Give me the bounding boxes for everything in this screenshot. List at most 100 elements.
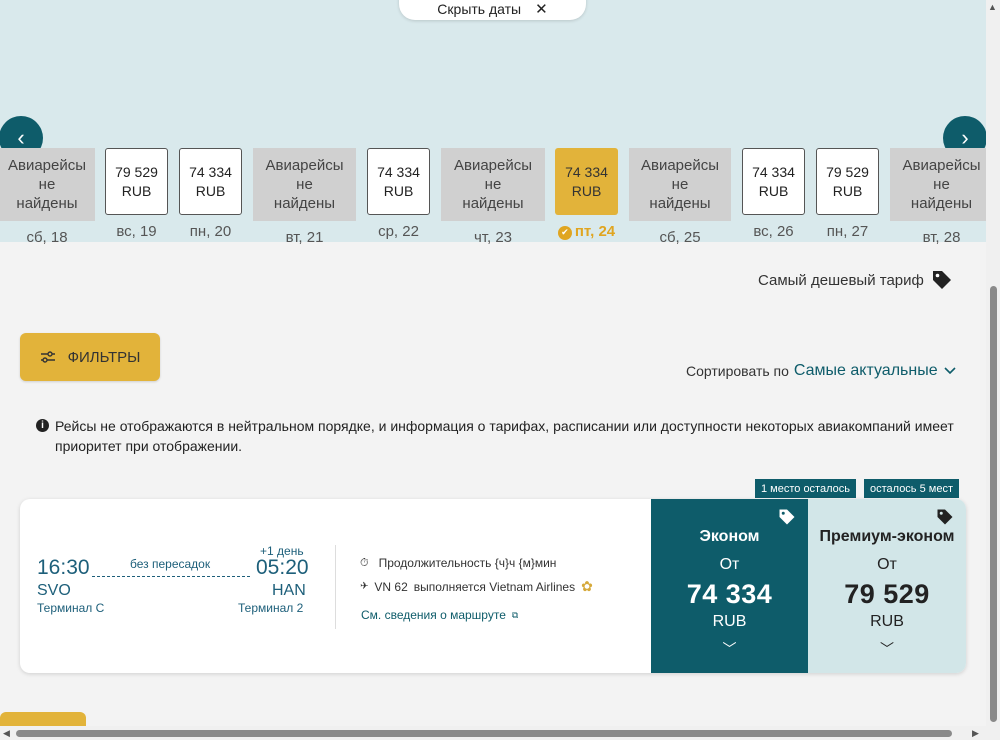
economy-from-label: От [719, 556, 740, 573]
date-price-currency: RUB [832, 182, 863, 199]
date-option[interactable]: 74 334 RUB ср, 22 [367, 142, 430, 240]
hide-dates-button[interactable]: Скрыть даты ✕ [399, 0, 586, 20]
no-flights-word: найдены [273, 195, 336, 212]
sliders-icon [40, 351, 55, 363]
date-label: сб, 25 [629, 229, 731, 246]
check-circle-icon: ✔ [557, 225, 572, 240]
premium-seats-badge: осталось 5 мест [864, 479, 959, 498]
date-label: вс, 26 [742, 223, 805, 240]
departure-terminal: Терминал C [37, 601, 105, 615]
route-details-link[interactable]: См. сведения о маршруте ⧉ [361, 608, 518, 622]
date-option[interactable]: Авиарейсы не найдены вт, 21 [253, 142, 356, 246]
date-label-text: сб, 25 [659, 229, 701, 246]
date-price-currency: RUB [195, 182, 226, 199]
route-details-label: См. сведения о маршруте [361, 608, 506, 622]
info-icon: i [36, 419, 49, 432]
filters-button[interactable]: ФИЛЬТРЫ [20, 333, 160, 381]
date-price: 79 529 RUB [816, 148, 879, 215]
no-flights-word: Авиарейсы [453, 157, 533, 174]
date-label-text: вт, 21 [285, 229, 324, 246]
date-label-text: ср, 22 [378, 223, 419, 240]
no-flights-word: не [38, 176, 56, 193]
date-price-currency: RUB [758, 182, 789, 199]
departure-airport: SVO [37, 582, 71, 599]
date-label-text: чт, 23 [473, 229, 513, 246]
date-option[interactable]: 74 334 RUB ✔ пт, 24 [555, 142, 618, 240]
price-tag-icon [932, 271, 951, 289]
no-flights-label: Авиарейсы не найдены [441, 148, 545, 221]
sort-label: Сортировать по [686, 363, 789, 379]
premium-fare-button[interactable]: Премиум-эконом От 79 529 RUB ﹀ [808, 499, 966, 673]
economy-fare-currency: RUB [712, 613, 747, 630]
hide-dates-label: Скрыть даты [437, 1, 522, 17]
premium-fare-name: Премиум-эконом [819, 528, 955, 545]
notice-text: Рейсы не отображаются в нейтральном поря… [55, 418, 954, 454]
no-flights-label: Авиарейсы не найдены [0, 148, 95, 221]
flight-info-row: ✈ VN 62 выполняется Vietnam Airlines ✿ [360, 578, 593, 595]
close-icon: ✕ [535, 1, 548, 18]
no-flights-word: Авиарейсы [902, 157, 981, 174]
date-price-amount: 79 529 [115, 163, 158, 180]
date-option[interactable]: 79 529 RUB вс, 19 [105, 142, 168, 240]
no-flights-word: не [671, 176, 689, 193]
vertical-scroll-thumb[interactable] [990, 286, 997, 722]
date-price-amount: 74 334 [752, 163, 795, 180]
date-price-currency: RUB [383, 182, 414, 199]
no-flights-word: найдены [16, 195, 78, 212]
date-label: вс, 19 [105, 223, 168, 240]
date-label-text: вс, 19 [116, 223, 157, 240]
route-line [92, 576, 250, 577]
date-option[interactable]: Авиарейсы не найдены сб, 25 [629, 142, 731, 246]
date-price-amount: 79 529 [826, 163, 869, 180]
scroll-right-icon[interactable]: ▶ [972, 728, 979, 739]
departure-time: 16:30 [37, 556, 90, 579]
date-label-text: сб, 18 [26, 229, 68, 246]
sort-control[interactable]: Сортировать по Самые актуальные [686, 362, 957, 380]
horizontal-scroll-thumb[interactable] [16, 730, 952, 737]
no-flights-label: Авиарейсы не найдены [890, 148, 993, 221]
operated-by: выполняется Vietnam Airlines [413, 579, 576, 594]
economy-fare-amount: 74 334 [686, 579, 773, 609]
airplane-icon: ✈ [360, 581, 369, 592]
no-flights-word: найдены [462, 195, 524, 212]
flight-card: 16:30 SVO Терминал C без пересадок +1 де… [20, 499, 966, 673]
no-flights-label: Авиарейсы не найдены [253, 148, 356, 221]
date-price-currency: RUB [121, 182, 152, 199]
date-option[interactable]: 79 529 RUB пн, 27 [816, 142, 879, 240]
flight-number: VN 62 [374, 579, 408, 594]
chevron-down-icon [944, 367, 956, 375]
no-flights-word: Авиарейсы [640, 157, 720, 174]
no-flights-word: Авиарейсы [265, 157, 344, 174]
date-option[interactable]: Авиарейсы не найдены вт, 28 [890, 142, 993, 246]
cheapest-fare-legend: Самый дешевый тариф [758, 268, 954, 292]
scroll-up-icon[interactable]: ▲ [988, 2, 997, 12]
date-option[interactable]: Авиарейсы не найдены сб, 18 [0, 142, 95, 246]
arrival-airport: HAN [272, 582, 306, 599]
no-flights-label: Авиарейсы не найдены [629, 148, 731, 221]
page: Скрыть даты ✕ ‹ › Авиарейсы не найдены сб, … [0, 0, 1000, 740]
date-label-text: пн, 20 [189, 223, 232, 240]
sort-value[interactable]: Самые актуальные [794, 362, 938, 380]
date-label-text: пт, 24 [574, 223, 616, 240]
date-label-text: вт, 28 [922, 229, 961, 246]
vietnam-airlines-logo-icon: ✿ [581, 578, 593, 594]
date-option[interactable]: 74 334 RUB пн, 20 [179, 142, 242, 240]
economy-fare-button[interactable]: Эконом От 74 334 RUB ﹀ [651, 499, 808, 673]
no-flights-word: найдены [910, 195, 973, 212]
chevron-down-icon: ﹀ [722, 641, 737, 657]
premium-from-label: От [877, 556, 897, 573]
ranking-notice: i Рейсы не отображаются в нейтральном по… [36, 416, 956, 456]
price-tag-icon [937, 509, 953, 525]
date-label: чт, 23 [441, 229, 545, 246]
stops-label: без пересадок [130, 557, 211, 571]
stopwatch-icon: ⏱ [360, 556, 369, 569]
date-option[interactable]: Авиарейсы не найдены чт, 23 [441, 142, 545, 246]
date-option[interactable]: 74 334 RUB вс, 26 [742, 142, 805, 240]
date-price: 74 334 RUB [367, 148, 430, 215]
arrival-terminal: Терминал 2 [238, 601, 304, 615]
no-flights-word: Авиарейсы [7, 157, 87, 174]
external-link-icon: ⧉ [511, 609, 519, 620]
scroll-left-icon[interactable]: ◀ [3, 728, 10, 739]
date-label: ✔ пт, 24 [555, 223, 618, 240]
date-label: пн, 27 [816, 223, 879, 240]
